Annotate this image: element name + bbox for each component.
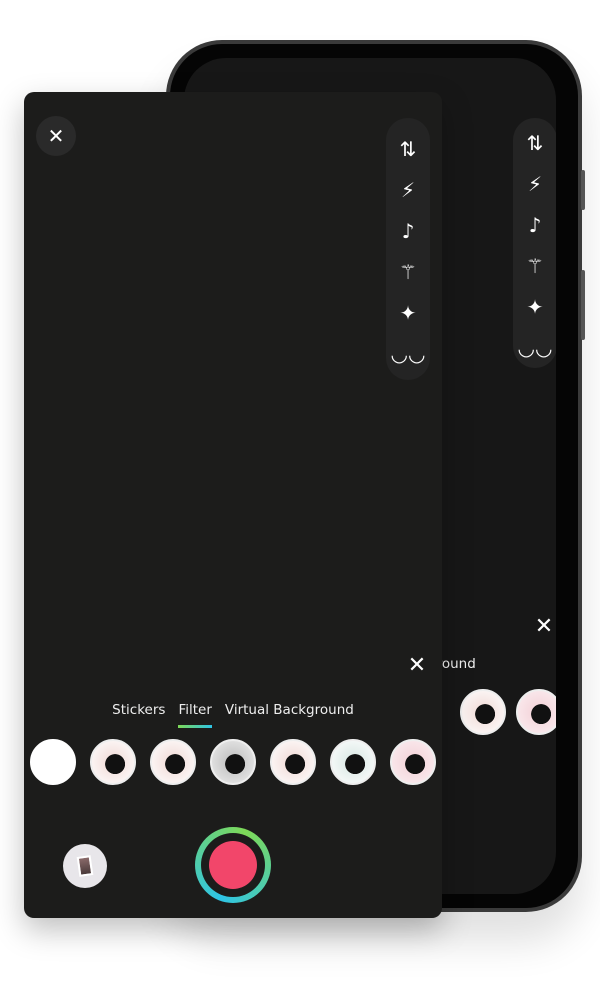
flip-camera-icon[interactable]: ⇅ [386,128,430,169]
flip-camera-icon[interactable]: ⇅ [513,122,556,163]
filter-warm[interactable] [150,739,196,785]
back-filter-thumb[interactable] [516,689,556,735]
filter-pink[interactable] [390,739,436,785]
tab-virtual-background[interactable]: Virtual Background [225,702,354,724]
phone-side-button [581,170,585,210]
gallery-button[interactable] [63,844,107,888]
filter-light[interactable] [270,739,316,785]
back-filter-thumb[interactable] [460,689,506,735]
phone-side-button [581,270,585,340]
filter-list [30,739,436,785]
close-panel-icon[interactable]: ✕ [405,653,429,678]
filter-none[interactable] [30,739,76,785]
magic-wand-icon[interactable]: ⚚ [513,245,556,286]
filter-cool[interactable] [330,739,376,785]
tab-filter[interactable]: Filter [178,702,213,728]
sparkles-icon[interactable]: ✦ [513,286,556,327]
flash-icon[interactable]: ⚡︎ [513,163,556,204]
mask-icon[interactable]: ◡◡ [513,327,556,368]
gallery-icon [76,855,94,877]
back-close-icon[interactable]: ✕ [532,614,556,639]
filter-mono[interactable] [210,739,256,785]
record-button[interactable] [195,827,271,903]
camera-toolbar: ⇅ ⚡︎ ♪ ⚚ ✦ ◡◡ [386,118,430,380]
back-toolbar: ⇅ ⚡︎ ♪ ⚚ ✦ ◡◡ [513,118,556,368]
close-icon: ✕ [47,124,65,148]
close-button[interactable]: ✕ [36,116,76,156]
filter-original[interactable] [90,739,136,785]
tab-stickers[interactable]: Stickers [112,702,165,724]
magic-wand-icon[interactable]: ⚚ [386,251,430,292]
music-icon[interactable]: ♪ [513,204,556,245]
mask-icon[interactable]: ◡◡ [386,333,430,374]
sparkles-icon[interactable]: ✦ [386,292,430,333]
effect-tabs: Stickers Filter Virtual Background [24,702,442,728]
record-icon [209,841,257,889]
music-icon[interactable]: ♪ [386,210,430,251]
camera-screen: ✕ ⇅ ⚡︎ ♪ ⚚ ✦ ◡◡ ✕ Stickers Filter Virtua… [24,92,442,918]
flash-icon[interactable]: ⚡︎ [386,169,430,210]
